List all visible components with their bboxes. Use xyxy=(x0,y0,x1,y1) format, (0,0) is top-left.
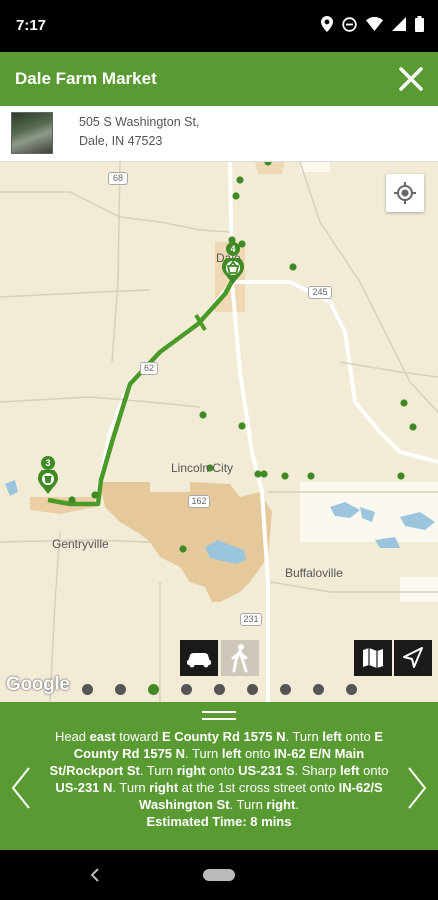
app-header: Dale Farm Market xyxy=(0,52,438,106)
home-button[interactable] xyxy=(203,869,235,881)
end-marker[interactable]: 4 xyxy=(221,242,245,286)
next-step-button[interactable] xyxy=(406,766,428,810)
pager-dot[interactable] xyxy=(115,684,126,695)
wifi-icon xyxy=(366,17,383,36)
pager-dot[interactable] xyxy=(280,684,291,695)
address-bar: 505 S Washington St, Dale, IN 47523 xyxy=(0,106,438,162)
map-icon xyxy=(363,648,383,668)
basket-pin-icon xyxy=(222,258,244,284)
market-thumbnail[interactable] xyxy=(11,112,53,154)
battery-icon xyxy=(415,16,424,37)
status-bar: 7:17 xyxy=(0,0,438,52)
directions-text: Head east toward E County Rd 1575 N. Tur… xyxy=(49,729,389,829)
status-icons xyxy=(321,16,424,37)
signal-icon xyxy=(392,17,406,36)
system-nav-bar xyxy=(0,850,438,900)
pager-dot[interactable] xyxy=(181,684,192,695)
address-line-1: 505 S Washington St, xyxy=(79,115,200,129)
do-not-disturb-icon xyxy=(342,16,357,37)
start-marker-number: 3 xyxy=(41,456,55,470)
driving-mode-button[interactable] xyxy=(180,640,218,676)
start-marker[interactable]: 3 xyxy=(37,456,59,496)
directions-button[interactable] xyxy=(394,640,432,676)
pager-dot[interactable] xyxy=(82,684,93,695)
route-shield-68: 68 xyxy=(108,172,128,185)
map-type-button[interactable] xyxy=(354,640,392,676)
car-icon xyxy=(187,653,211,668)
pager-dot[interactable] xyxy=(346,684,357,695)
crosshair-icon xyxy=(394,182,416,204)
route-shield-62: 62 xyxy=(140,362,158,375)
page-title: Dale Farm Market xyxy=(15,69,157,88)
map-label-gentryville: Gentryville xyxy=(52,537,109,551)
step-pager xyxy=(82,684,357,695)
map-label-lincoln-city: Lincoln City xyxy=(171,461,234,475)
back-button[interactable] xyxy=(88,866,102,884)
close-button[interactable] xyxy=(396,64,426,94)
chevron-right-icon xyxy=(408,767,427,809)
chevron-left-icon xyxy=(11,767,30,809)
google-logo: Google xyxy=(6,674,70,695)
map-canvas xyxy=(0,162,438,702)
walking-icon xyxy=(231,644,248,673)
route-shield-231: 231 xyxy=(240,613,262,626)
estimated-time: Estimated Time: 8 mins xyxy=(146,814,292,829)
close-icon xyxy=(399,67,423,91)
back-chevron-icon xyxy=(90,868,99,882)
drag-handle-icon[interactable] xyxy=(202,711,236,720)
route-shield-162: 162 xyxy=(188,495,210,508)
previous-step-button[interactable] xyxy=(10,766,32,810)
directions-panel: Head east toward E County Rd 1575 N. Tur… xyxy=(0,702,438,850)
map-label-buffaloville: Buffaloville xyxy=(285,566,343,580)
pager-dot[interactable] xyxy=(313,684,324,695)
pager-dot[interactable] xyxy=(148,684,159,695)
end-marker-number: 4 xyxy=(226,242,240,256)
map-view[interactable]: 68 62 245 162 231 Dale Lincoln City Gent… xyxy=(0,162,438,702)
my-location-button[interactable] xyxy=(386,174,424,212)
walking-mode-button[interactable] xyxy=(221,640,259,676)
navigation-arrow-icon xyxy=(403,647,423,668)
status-time: 7:17 xyxy=(16,17,47,34)
market-pin-icon xyxy=(38,470,58,494)
location-icon xyxy=(321,16,333,37)
pager-dot[interactable] xyxy=(214,684,225,695)
pager-dot[interactable] xyxy=(247,684,258,695)
route-shield-245: 245 xyxy=(308,286,332,299)
address-line-2: Dale, IN 47523 xyxy=(79,134,163,148)
